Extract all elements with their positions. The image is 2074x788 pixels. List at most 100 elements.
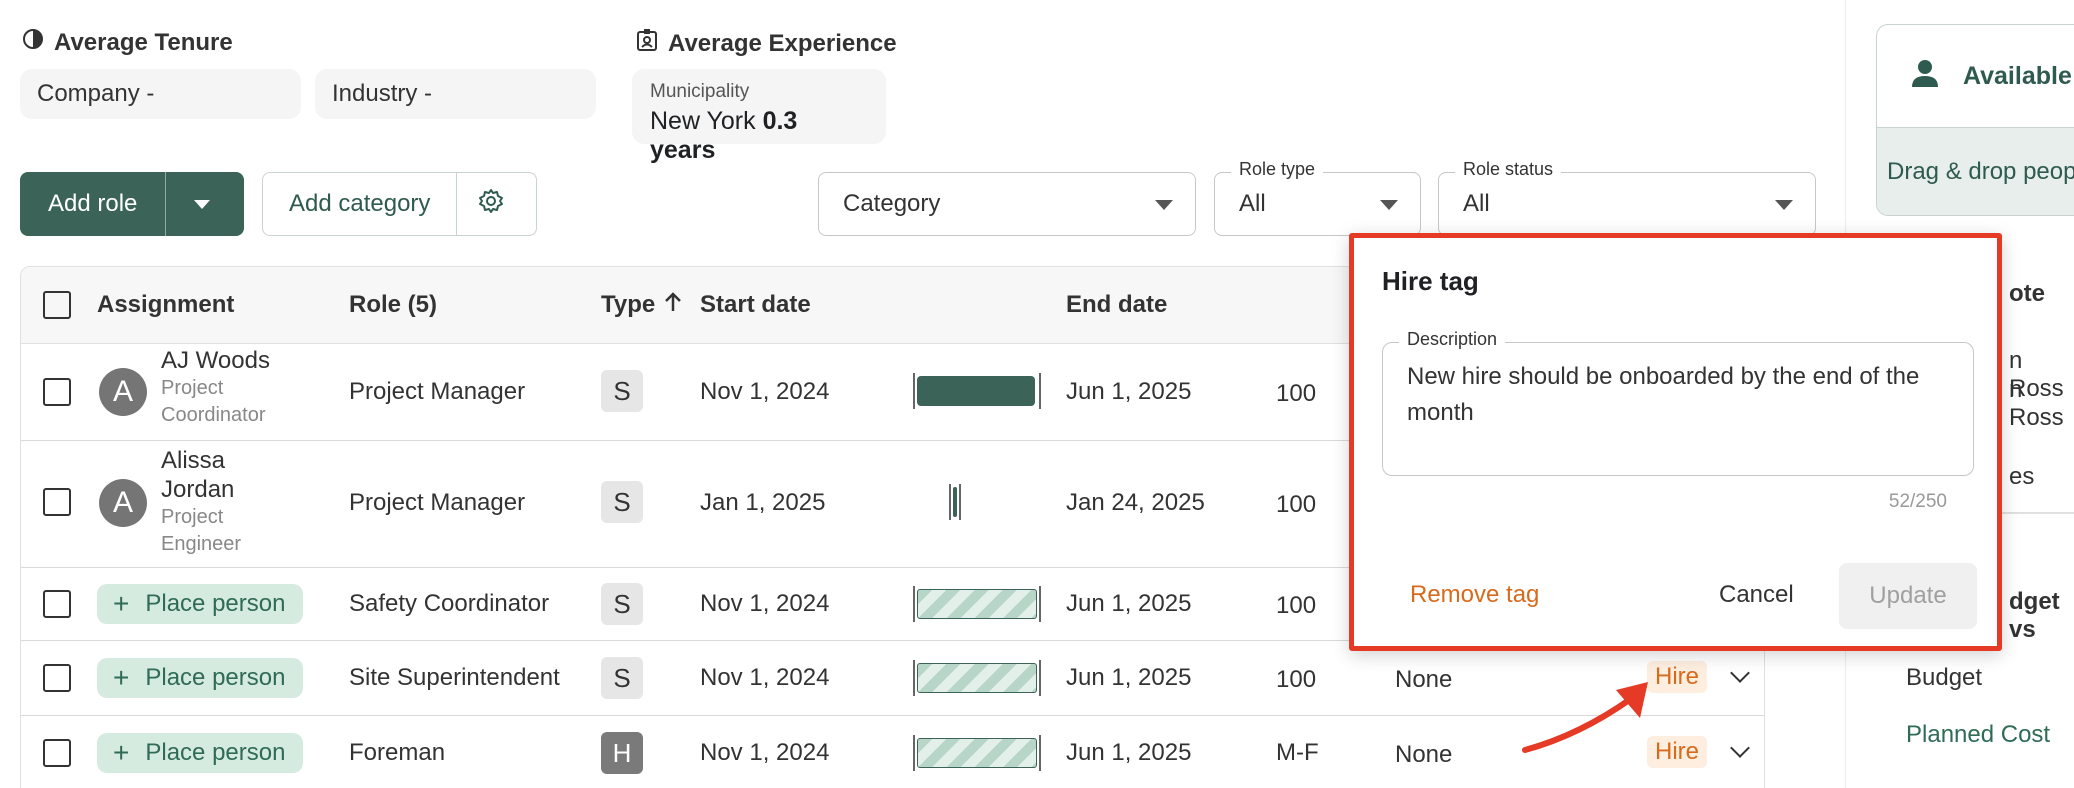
allocation: M-F	[1276, 739, 1319, 766]
col-end-date[interactable]: End date	[1066, 267, 1167, 343]
annotation-arrow-icon	[1522, 682, 1648, 753]
col-type[interactable]: Type	[601, 267, 683, 343]
section-label: es	[2009, 463, 2035, 490]
role-name: Foreman	[349, 739, 446, 766]
role-name: Safety Coordinator	[349, 590, 550, 617]
available-card: Available Drag & drop peop	[1876, 24, 2074, 216]
row-checkbox[interactable]	[43, 378, 71, 406]
person-name: n Ross	[2009, 376, 2064, 431]
add-category-button[interactable]: Add category	[263, 173, 458, 235]
row-checkbox[interactable]	[43, 488, 71, 516]
end-date: Jun 1, 2025	[1066, 378, 1192, 405]
row-checkbox[interactable]	[43, 739, 71, 767]
drag-drop-hint: Drag & drop peop	[1877, 127, 2074, 215]
average-experience-header: Average Experience	[636, 28, 897, 59]
avatar: A	[99, 479, 147, 527]
category-select[interactable]: Category	[818, 172, 1196, 236]
role-name: Site Superintendent	[349, 664, 560, 691]
description-text[interactable]: New hire should be onboarded by the end …	[1407, 359, 1949, 431]
role-status-value: All	[1463, 190, 1490, 217]
hire-tag-dialog: Hire tag Description New hire should be …	[1349, 233, 2002, 651]
role-name: Project Manager	[349, 489, 526, 516]
plus-icon: +	[113, 662, 130, 693]
add-category-group: Add category	[262, 172, 537, 236]
col-assignment[interactable]: Assignment	[97, 267, 234, 343]
table-row[interactable]: + Place person Site Superintendent S Nov …	[21, 641, 1764, 716]
gear-icon	[478, 188, 504, 221]
chevron-down-icon	[1775, 200, 1793, 210]
start-date: Nov 1, 2024	[700, 739, 830, 766]
industry-tenure: Industry -	[315, 69, 596, 119]
role-status-label: Role status	[1455, 159, 1562, 180]
type-badge: S	[601, 657, 643, 699]
place-person-button[interactable]: + Place person	[97, 733, 304, 773]
start-date: Nov 1, 2024	[700, 664, 830, 691]
description-field[interactable]: Description New hire should be onboarded…	[1382, 329, 1974, 476]
timeline-bar	[913, 586, 1041, 622]
chevron-down-icon	[1380, 200, 1398, 210]
average-tenure-header: Average Tenure	[22, 28, 233, 57]
allocation: 100	[1276, 380, 1317, 407]
note-heading: ote	[2009, 280, 2045, 307]
note: None	[1395, 666, 1453, 693]
allocation: 100	[1276, 666, 1317, 693]
start-date: Nov 1, 2024	[700, 590, 830, 617]
remove-tag-button[interactable]: Remove tag	[1410, 581, 1539, 609]
place-person-button[interactable]: + Place person	[97, 658, 304, 698]
person-icon	[1909, 57, 1941, 96]
municipality-experience: Municipality New York 0.3 years	[632, 69, 886, 164]
budget-heading: dget vs	[2009, 588, 2060, 643]
timeline-bar	[913, 660, 1041, 696]
allocation: 100	[1276, 491, 1317, 518]
type-badge: S	[601, 370, 643, 412]
type-badge: S	[601, 481, 643, 523]
timeline-bar	[949, 484, 963, 520]
role-type-value: All	[1239, 190, 1266, 217]
cancel-button[interactable]: Cancel	[1719, 581, 1794, 609]
place-person-button[interactable]: + Place person	[97, 584, 304, 624]
col-start-date[interactable]: Start date	[700, 267, 811, 343]
row-checkbox[interactable]	[43, 664, 71, 692]
settings-button[interactable]	[457, 173, 525, 235]
municipality-label: Municipality	[650, 81, 750, 102]
update-button[interactable]: Update	[1839, 563, 1977, 629]
planned-cost-label: Planned Cost	[1906, 721, 2051, 748]
company-tenure: Company -	[20, 69, 301, 119]
average-tenure-title: Average Tenure	[54, 28, 233, 56]
available-tab[interactable]: Available	[1877, 25, 2074, 127]
start-date: Jan 1, 2025	[700, 489, 826, 516]
type-badge: S	[601, 583, 643, 625]
role-status-select[interactable]: Role status All	[1438, 159, 1816, 236]
type-badge: H	[601, 732, 643, 774]
table-row[interactable]: + Place person Foreman H Nov 1, 2024 Jun …	[21, 716, 1764, 788]
chevron-down-icon[interactable]	[1730, 738, 1750, 758]
select-all-checkbox[interactable]	[43, 291, 71, 319]
sort-ascending-icon	[663, 291, 683, 320]
budget-label: Budget	[1906, 664, 1983, 691]
end-date: Jun 1, 2025	[1066, 739, 1192, 766]
tenure-icon	[22, 28, 44, 57]
role-name: Project Manager	[349, 378, 526, 405]
add-role-menu-button[interactable]	[166, 172, 238, 236]
role-type-label: Role type	[1231, 159, 1324, 180]
role-type-select[interactable]: Role type All	[1214, 159, 1421, 236]
character-counter: 52/250	[1888, 491, 1947, 512]
add-role-button[interactable]: Add role	[20, 172, 167, 236]
average-experience-title: Average Experience	[668, 29, 897, 57]
timeline-bar	[913, 373, 1041, 409]
row-checkbox[interactable]	[43, 590, 71, 618]
caret-down-icon	[194, 199, 211, 209]
assignee[interactable]: Alissa Jordan Project Engineer	[161, 446, 241, 558]
category-select-value: Category	[843, 190, 941, 217]
description-label: Description	[1399, 329, 1506, 350]
avatar: A	[99, 368, 147, 416]
end-date: Jan 24, 2025	[1066, 489, 1205, 516]
plus-icon: +	[113, 588, 130, 619]
badge-icon	[636, 28, 658, 59]
chevron-down-icon	[1155, 200, 1173, 210]
start-date: Nov 1, 2024	[700, 378, 830, 405]
allocation: 100	[1276, 592, 1317, 619]
chevron-down-icon[interactable]	[1730, 663, 1750, 683]
col-role[interactable]: Role (5)	[349, 267, 437, 343]
assignee[interactable]: AJ Woods Project Coordinator	[161, 346, 270, 429]
